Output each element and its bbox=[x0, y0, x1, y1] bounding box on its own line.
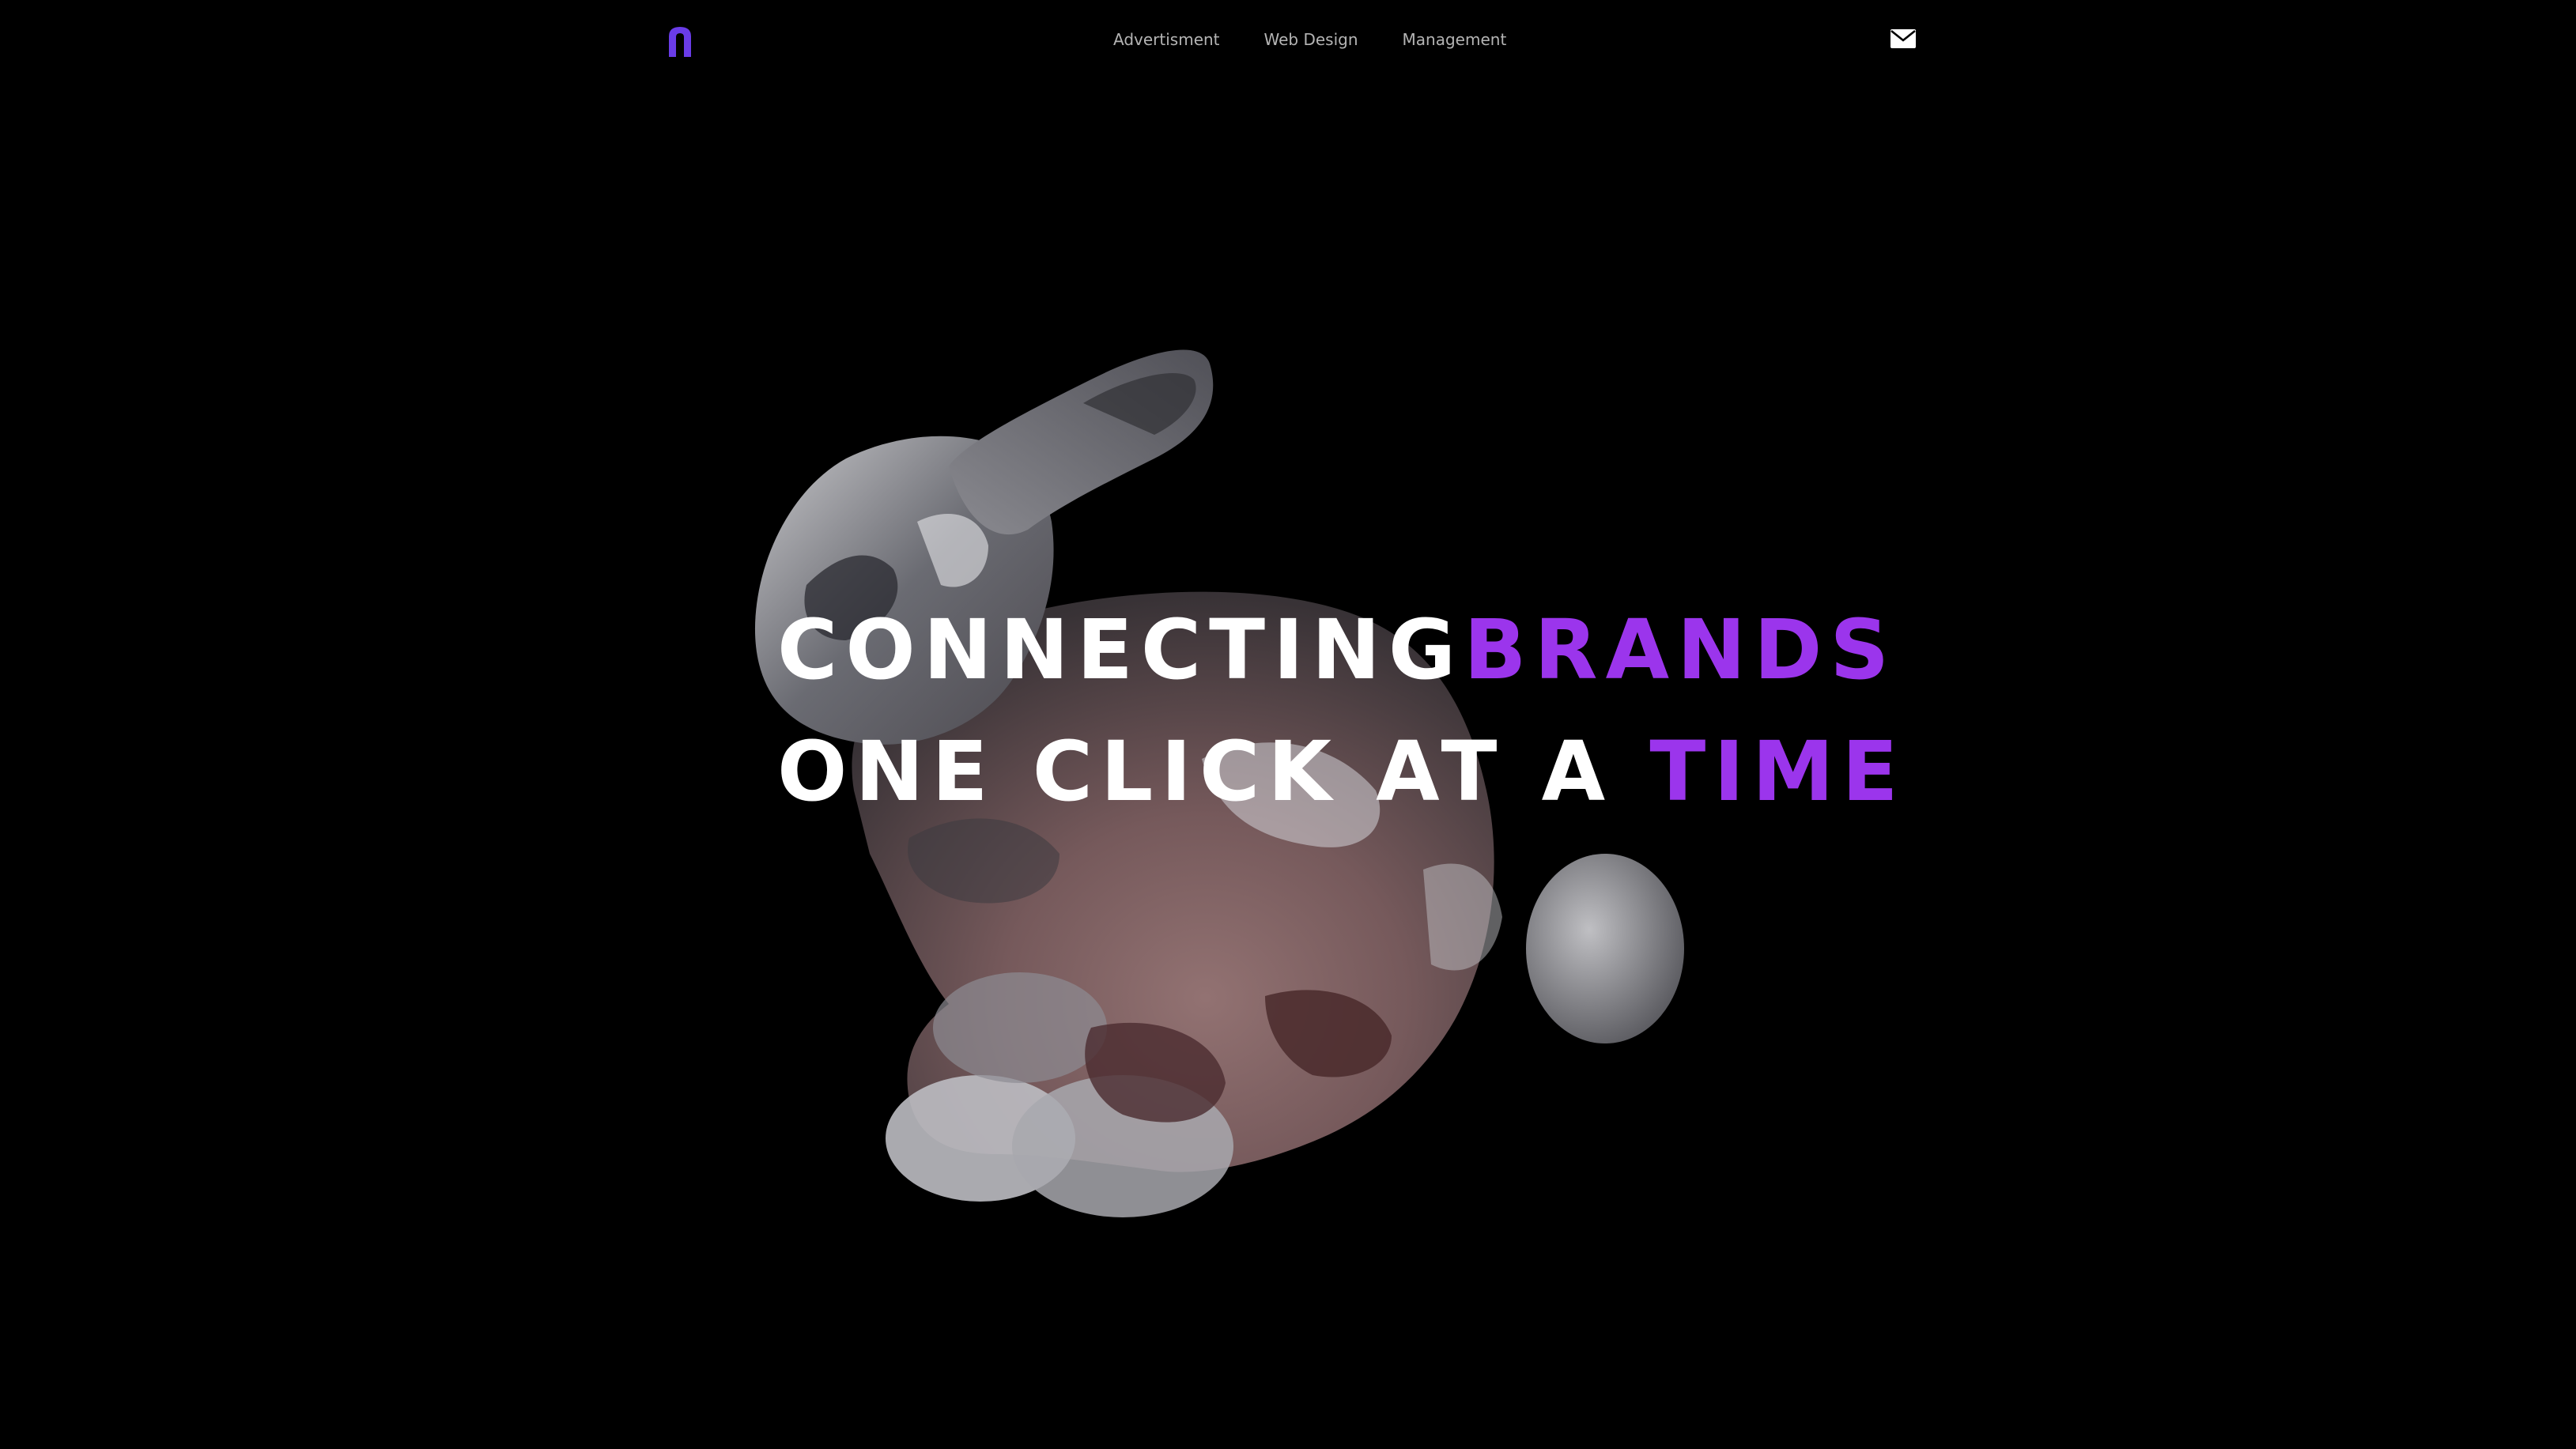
headline-brands: BRANDS bbox=[1464, 602, 1898, 698]
nav-link-management[interactable]: Management bbox=[1403, 30, 1507, 49]
nav-link-advertisment[interactable]: Advertisment bbox=[1113, 30, 1220, 49]
headline-one-click: ONE CLICK AT A bbox=[777, 723, 1650, 820]
landing-page: Advertisment Web Design Management CONNE… bbox=[0, 0, 2576, 1449]
headline-line-2: ONE CLICK AT A TIME bbox=[777, 711, 1898, 832]
headline-line-1: CONNECTINGBRANDS bbox=[777, 589, 1889, 711]
n-logo-icon[interactable] bbox=[664, 24, 696, 58]
hero-headline: CONNECTINGBRANDS ONE CLICK AT A TIME bbox=[777, 589, 1898, 832]
nav-link-web-design[interactable]: Web Design bbox=[1264, 30, 1358, 49]
headline-connecting: CONNECTING bbox=[777, 602, 1464, 698]
main-nav: Advertisment Web Design Management bbox=[1113, 24, 1506, 55]
envelope-icon[interactable] bbox=[1890, 28, 1917, 50]
headline-time: TIME bbox=[1649, 723, 1906, 820]
